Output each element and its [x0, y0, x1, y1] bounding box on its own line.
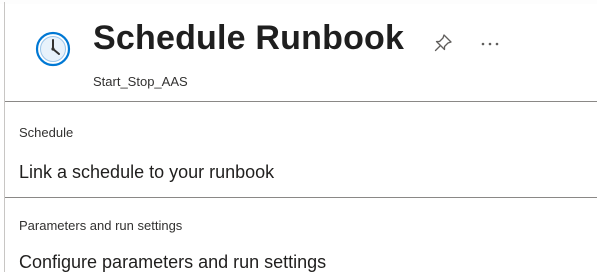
blade-header: Schedule Runbook Start_Stop_AAS — [5, 2, 597, 102]
pin-icon[interactable] — [432, 32, 454, 54]
parameters-link-text[interactable]: Configure parameters and run settings — [19, 252, 326, 272]
parameters-section-label: Parameters and run settings — [19, 218, 183, 233]
schedule-section[interactable]: Schedule Link a schedule to your runbook — [5, 102, 597, 198]
schedule-section-label: Schedule — [19, 125, 74, 140]
page-subtitle: Start_Stop_AAS — [93, 74, 188, 89]
schedule-link-text[interactable]: Link a schedule to your runbook — [19, 162, 274, 183]
parameters-section[interactable]: Parameters and run settings Configure pa… — [5, 198, 597, 272]
clock-icon — [35, 31, 71, 67]
blade-panel: Schedule Runbook Start_Stop_AAS Schedule… — [4, 2, 597, 272]
page-title: Schedule Runbook — [93, 19, 405, 57]
more-icon[interactable] — [479, 38, 501, 50]
